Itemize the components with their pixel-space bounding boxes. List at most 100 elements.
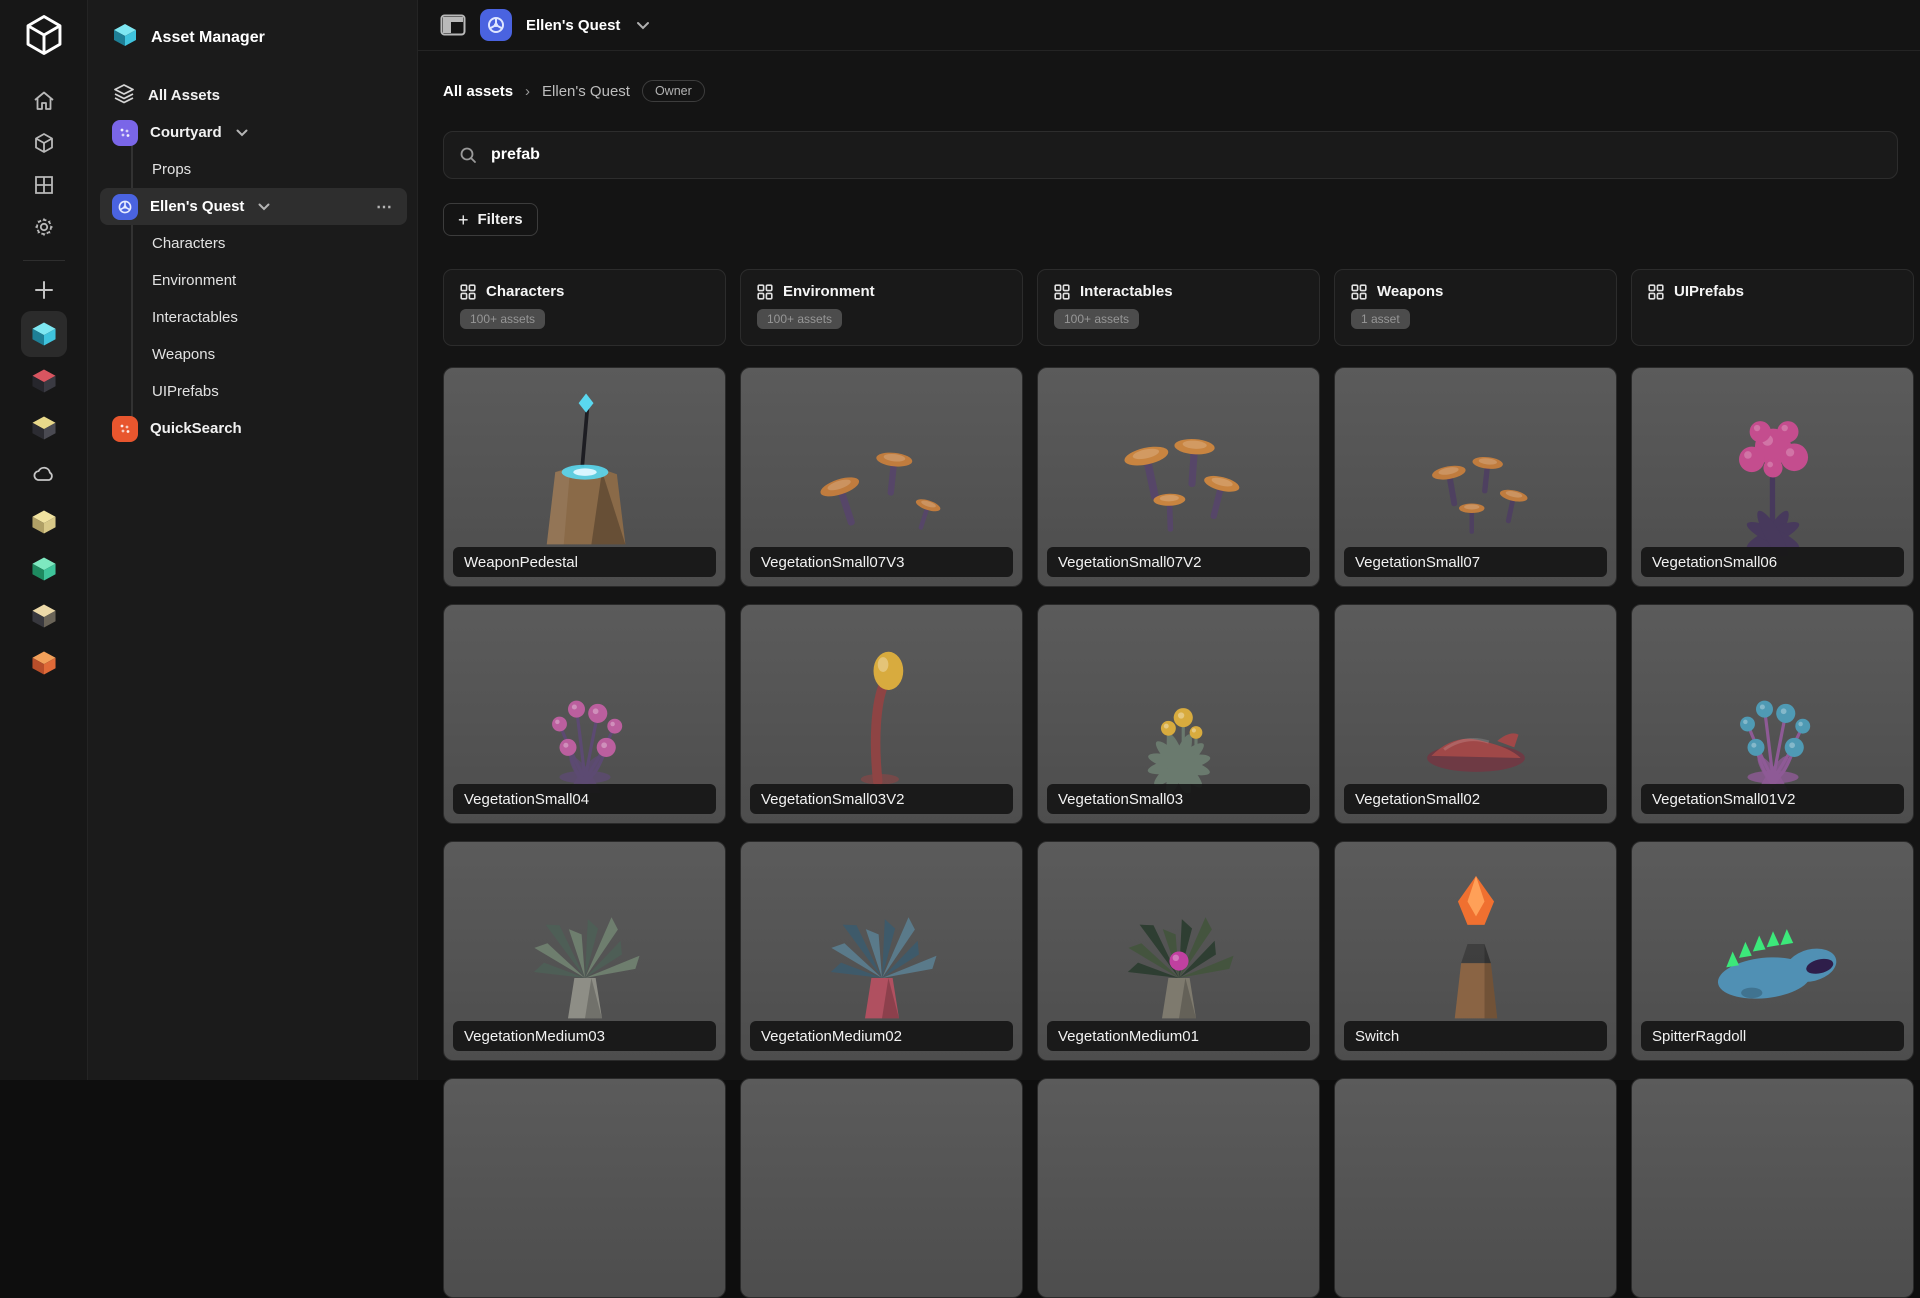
category-title: Environment	[757, 283, 1022, 300]
rail-divider	[22, 260, 65, 261]
sidebar-toggle-icon[interactable]	[440, 14, 466, 36]
asset-card-vegetationsmall07v2[interactable]: VegetationSmall07V2	[1037, 367, 1320, 587]
category-grid-icon	[1054, 283, 1070, 300]
sidebar-item-label: Ellen's Quest	[150, 198, 245, 215]
asset-name-label: VegetationMedium03	[453, 1021, 716, 1051]
filters-label: Filters	[477, 211, 523, 228]
asset-manager-cube-icon	[112, 22, 138, 53]
category-grid-icon	[1648, 283, 1664, 300]
search-input[interactable]	[489, 145, 1897, 165]
category-card-uiprefabs[interactable]: UIPrefabs	[1631, 269, 1914, 346]
project-cream-cube[interactable]	[21, 499, 67, 545]
sidebar-item-characters[interactable]: Characters	[88, 225, 417, 262]
home-icon[interactable]	[22, 80, 66, 122]
cube-icon[interactable]	[22, 122, 66, 164]
asset-card-partial	[1631, 1078, 1914, 1298]
asset-name-label: WeaponPedestal	[453, 547, 716, 577]
sidebar-item-label: Courtyard	[150, 124, 222, 141]
project-chevron-down-icon[interactable]	[636, 21, 650, 30]
more-options-icon[interactable]: ⋯	[376, 197, 393, 217]
project-amber-cube[interactable]	[21, 405, 67, 451]
asset-card-partial	[1334, 1078, 1617, 1298]
sidebar-item-label: Characters	[152, 235, 226, 252]
asset-name-label: VegetationMedium02	[750, 1021, 1013, 1051]
sidebar-item-environment[interactable]: Environment	[88, 262, 417, 299]
sidebar-item-interactables[interactable]: Interactables	[88, 299, 417, 336]
category-count-badge: 100+ assets	[757, 309, 843, 329]
breadcrumb-separator: ›	[525, 82, 531, 100]
category-card-environment[interactable]: Environment 100+ assets	[740, 269, 1023, 346]
asset-name-label: VegetationSmall01V2	[1641, 784, 1904, 814]
project-beige-cube[interactable]	[21, 593, 67, 639]
sidebar-item-ellen-s-quest[interactable]: Ellen's Quest ⋯	[100, 188, 407, 225]
asset-card-weaponpedestal[interactable]: WeaponPedestal	[443, 367, 726, 587]
project-red-cube[interactable]	[21, 358, 67, 404]
asset-card-vegetationsmall03[interactable]: VegetationSmall03	[1037, 604, 1320, 824]
project-orange-cube[interactable]	[21, 640, 67, 686]
asset-card-vegetationsmall04[interactable]: VegetationSmall04	[443, 604, 726, 824]
asset-card-spitterragdoll[interactable]: SpitterRagdoll	[1631, 841, 1914, 1061]
project-green-cube[interactable]	[21, 546, 67, 592]
category-label: Weapons	[1377, 283, 1444, 300]
asset-card-vegetationsmall07v3[interactable]: VegetationSmall07V3	[740, 367, 1023, 587]
breadcrumb-current: Ellen's Quest	[542, 82, 630, 100]
asset-name-label: VegetationSmall07V2	[1047, 547, 1310, 577]
app-rail	[0, 0, 88, 1080]
add-project-button[interactable]	[22, 269, 66, 311]
asset-card-vegetationmedium01[interactable]: VegetationMedium01	[1037, 841, 1320, 1061]
category-title: UIPrefabs	[1648, 283, 1913, 300]
project-avatar-icon[interactable]	[480, 9, 512, 41]
sidebar-item-label: All Assets	[148, 87, 220, 104]
category-cards-row: Characters 100+ assets Environment 100+ ass…	[443, 269, 1920, 346]
asset-grid: WeaponPedestal VegetationSmall07V3 Vegetat…	[443, 367, 1920, 1298]
asset-card-vegetationsmall07[interactable]: VegetationSmall07	[1334, 367, 1617, 587]
category-label: Interactables	[1080, 283, 1173, 300]
sidebar-title: Asset Manager	[151, 28, 265, 46]
search-bar	[443, 131, 1898, 179]
category-card-interactables[interactable]: Interactables 100+ assets	[1037, 269, 1320, 346]
chevron-down-icon[interactable]	[236, 129, 248, 137]
sidebar-item-quicksearch[interactable]: QuickSearch	[88, 410, 417, 447]
chevron-down-icon[interactable]	[258, 203, 270, 211]
asset-name-label: SpitterRagdoll	[1641, 1021, 1904, 1051]
breadcrumb-all-assets[interactable]: All assets	[443, 83, 513, 100]
sidebar-item-label: Weapons	[152, 346, 216, 363]
project-teal-cube[interactable]	[20, 311, 67, 357]
asset-card-switch[interactable]: Switch	[1334, 841, 1617, 1061]
sidebar-header: Asset Manager	[88, 0, 417, 53]
sidebar-item-uiprefabs[interactable]: UIPrefabs	[88, 373, 417, 410]
settings-gear-icon[interactable]	[22, 206, 66, 248]
sidebar-item-props[interactable]: Props	[88, 151, 417, 188]
category-card-weapons[interactable]: Weapons 1 asset	[1334, 269, 1617, 346]
category-grid-icon	[757, 283, 773, 300]
asset-card-vegetationsmall01v2[interactable]: VegetationSmall01V2	[1631, 604, 1914, 824]
filters-button[interactable]: + Filters	[443, 203, 538, 236]
category-title: Weapons	[1351, 283, 1616, 300]
asset-card-vegetationsmall06[interactable]: VegetationSmall06	[1631, 367, 1914, 587]
sidebar-item-weapons[interactable]: Weapons	[88, 336, 417, 373]
sidebar-item-label: QuickSearch	[150, 420, 242, 437]
category-count-badge: 100+ assets	[1054, 309, 1140, 329]
asset-card-partial	[443, 1078, 726, 1298]
owner-filter-chip[interactable]: Owner	[641, 80, 705, 102]
category-grid-icon	[1351, 283, 1367, 300]
grid-icon[interactable]	[22, 164, 66, 206]
category-card-characters[interactable]: Characters 100+ assets	[443, 269, 726, 346]
sidebar-item-all-assets[interactable]: All Assets	[88, 77, 417, 114]
category-title: Characters	[460, 283, 725, 300]
asset-card-vegetationmedium02[interactable]: VegetationMedium02	[740, 841, 1023, 1061]
category-count-badge: 1 asset	[1351, 309, 1410, 329]
asset-name-label: Switch	[1344, 1021, 1607, 1051]
sidebar-item-label: UIPrefabs	[152, 383, 219, 400]
asset-card-vegetationsmall03v2[interactable]: VegetationSmall03V2	[740, 604, 1023, 824]
asset-card-vegetationmedium03[interactable]: VegetationMedium03	[443, 841, 726, 1061]
unity-logo-icon[interactable]	[21, 12, 67, 58]
layers-icon	[112, 82, 136, 110]
project-cloud[interactable]	[21, 452, 67, 498]
sidebar-item-courtyard[interactable]: Courtyard	[88, 114, 417, 151]
main-content: Ellen's Quest All assets › Ellen's Quest…	[418, 0, 1920, 1298]
sidebar-item-label: Props	[152, 161, 192, 178]
asset-card-partial	[740, 1078, 1023, 1298]
project-icon-quicksearch	[112, 415, 138, 442]
asset-card-vegetationsmall02[interactable]: VegetationSmall02	[1334, 604, 1617, 824]
